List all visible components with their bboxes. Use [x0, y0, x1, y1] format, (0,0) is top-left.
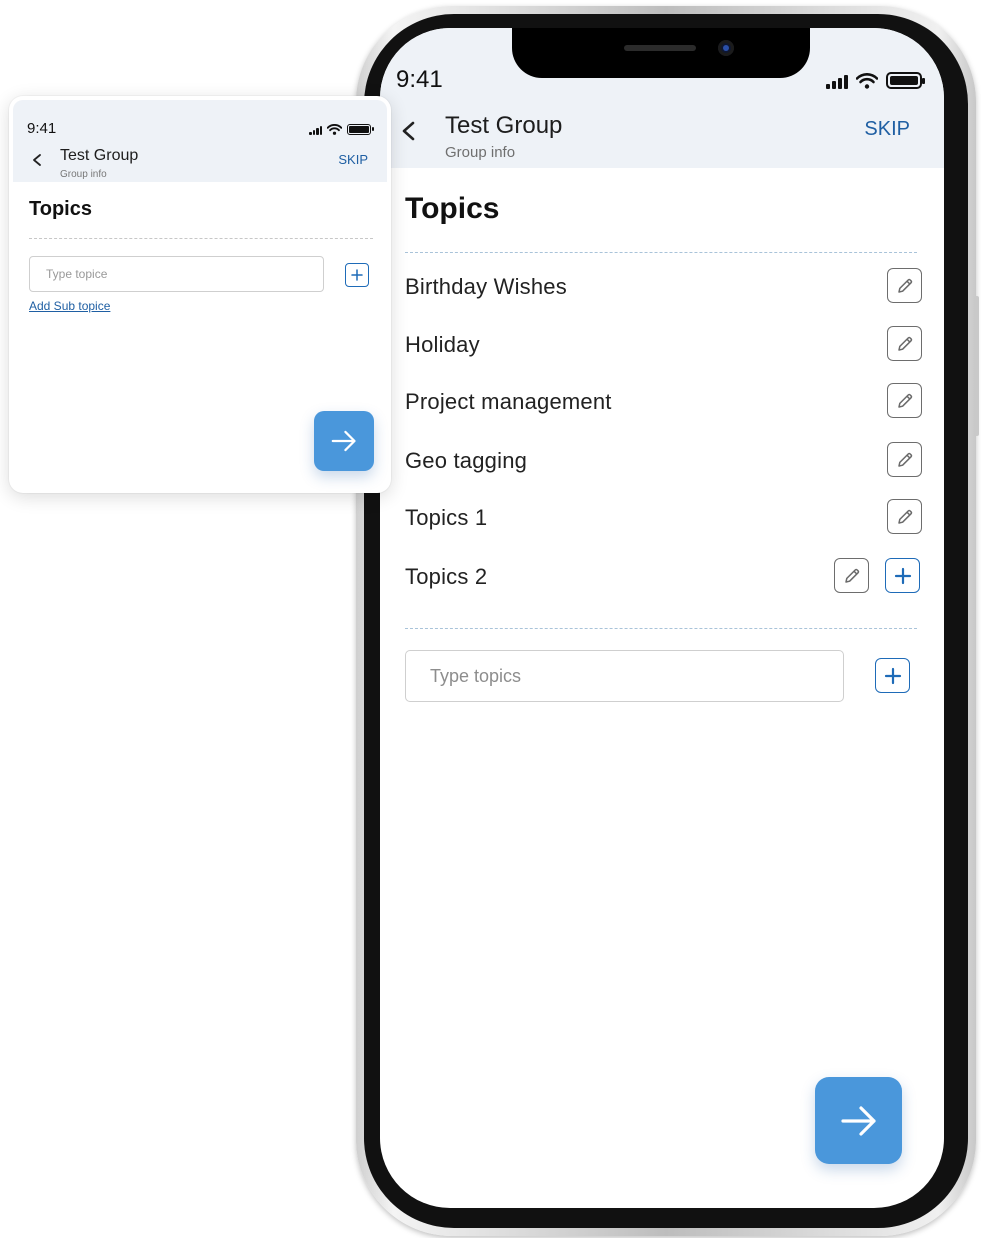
topic-row: Holiday — [405, 326, 923, 366]
card-divider — [29, 238, 373, 239]
signal-icon — [309, 126, 322, 135]
topic-label: Geo tagging — [405, 448, 528, 473]
back-chevron-icon[interactable] — [27, 150, 47, 170]
topics-heading: Topics — [405, 192, 500, 225]
pencil-icon — [897, 509, 912, 524]
wifi-icon — [856, 73, 878, 89]
arrow-right-icon — [331, 430, 356, 452]
plus-icon — [884, 667, 901, 684]
pencil-icon — [897, 278, 912, 293]
card-status-time: 9:41 — [27, 120, 57, 137]
battery-icon — [347, 124, 374, 135]
plus-icon — [894, 567, 911, 584]
topic-label: Holiday — [405, 332, 480, 357]
card-title: Test Group — [60, 147, 139, 164]
back-chevron-icon[interactable] — [394, 116, 424, 146]
card-next-button[interactable] — [314, 411, 374, 471]
pencil-icon — [897, 452, 912, 467]
status-icons — [826, 72, 925, 89]
topic-input[interactable] — [405, 650, 844, 702]
edit-topic-button[interactable] — [887, 499, 922, 534]
battery-icon — [886, 72, 925, 89]
pencil-icon — [897, 393, 912, 408]
edit-topic-button[interactable] — [887, 268, 922, 303]
edit-topic-button[interactable] — [887, 326, 922, 361]
page-title: Test Group — [445, 112, 563, 139]
next-button[interactable] — [815, 1077, 902, 1164]
divider-bottom — [405, 628, 917, 629]
card-topics-heading: Topics — [29, 198, 92, 220]
card-topic-input[interactable] — [29, 256, 324, 292]
divider-top — [405, 252, 917, 253]
topic-row: Topics 1 — [405, 499, 923, 539]
status-time: 9:41 — [396, 66, 443, 93]
card-subtitle: Group info — [60, 169, 107, 180]
wifi-icon — [327, 124, 342, 135]
topic-label: Birthday Wishes — [405, 274, 567, 299]
topic-row: Project management — [405, 383, 923, 423]
preview-card: 9:41 Test Group Group info SKIP Topics A… — [9, 96, 391, 493]
edit-topic-button[interactable] — [887, 442, 922, 477]
topic-label: Topics 1 — [405, 505, 488, 530]
topic-row: Topics 2 — [405, 558, 923, 598]
card-add-topic-button[interactable] — [345, 263, 369, 287]
speaker-grille — [624, 45, 696, 51]
phone-notch — [512, 28, 810, 78]
card-status-icons — [309, 124, 374, 135]
topic-label: Project management — [405, 389, 612, 414]
skip-button[interactable]: SKIP — [864, 118, 910, 141]
topic-label: Topics 2 — [405, 564, 488, 589]
add-sub-topic-button[interactable] — [885, 558, 920, 593]
signal-icon — [826, 75, 848, 89]
add-topic-button[interactable] — [875, 658, 910, 693]
pencil-icon — [844, 568, 859, 583]
phone-side-button — [974, 296, 979, 436]
topic-row: Birthday Wishes — [405, 268, 923, 308]
camera-icon — [718, 40, 734, 56]
topic-row: Geo tagging — [405, 442, 923, 482]
pencil-icon — [897, 336, 912, 351]
edit-topic-button[interactable] — [887, 383, 922, 418]
plus-icon — [351, 269, 363, 281]
card-header: 9:41 Test Group Group info SKIP — [13, 100, 387, 182]
page-subtitle: Group info — [445, 144, 516, 161]
phone-screen: 9:41 Test Group Group info SKIP Topics B… — [380, 28, 944, 1208]
add-sub-topic-link[interactable]: Add Sub topice — [29, 299, 110, 313]
card-skip-button[interactable]: SKIP — [338, 152, 368, 167]
arrow-right-icon — [840, 1105, 876, 1136]
edit-topic-button[interactable] — [834, 558, 869, 593]
phone-frame: 9:41 Test Group Group info SKIP Topics B… — [356, 6, 979, 1236]
